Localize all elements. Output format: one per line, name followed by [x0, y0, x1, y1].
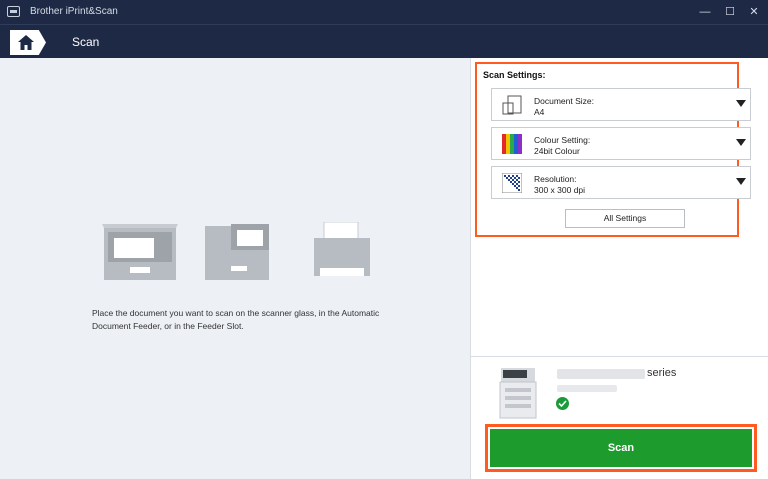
title-bar: Brother iPrint&Scan — ☐ ✕ [0, 0, 768, 24]
settings-panel: Scan Settings: Document Size: A4 Colour … [470, 58, 768, 479]
check-circle-icon [556, 397, 569, 410]
close-button[interactable]: ✕ [743, 4, 765, 20]
adf-scanner-icon [205, 224, 269, 280]
page-title: Scan [72, 35, 100, 49]
chevron-down-icon [736, 100, 746, 107]
scan-instruction-text: Place the document you want to scan on t… [92, 308, 380, 331]
maximize-button[interactable]: ☐ [719, 4, 741, 20]
nav-bar: Scan [0, 24, 768, 58]
home-icon [18, 35, 34, 50]
resolution-grid-icon [502, 173, 522, 193]
colour-setting-value: 24bit Colour [534, 146, 580, 156]
window-title: Brother iPrint&Scan [30, 6, 118, 17]
document-size-icon [502, 95, 522, 115]
resolution-dropdown[interactable]: Resolution: 300 x 300 dpi [491, 166, 751, 199]
flatbed-scanner-icon [102, 224, 178, 280]
resolution-value: 300 x 300 dpi [534, 185, 586, 195]
printer-device-image [499, 368, 537, 419]
scan-settings-box: Scan Settings: Document Size: A4 Colour … [475, 62, 751, 237]
chevron-down-icon [736, 178, 746, 185]
divider [471, 356, 768, 357]
document-size-value: A4 [534, 107, 545, 117]
all-settings-button[interactable]: All Settings [565, 209, 685, 228]
document-size-label: Document Size: [534, 96, 594, 106]
model-name-redacted [557, 369, 645, 379]
colour-setting-label: Colour Setting: [534, 135, 591, 145]
app-scanner-icon [7, 6, 20, 17]
scan-settings-heading: Scan Settings: [483, 70, 546, 80]
chevron-down-icon [736, 139, 746, 146]
minimize-button[interactable]: — [694, 4, 716, 20]
model-series-label: series [647, 367, 677, 379]
scan-button-highlight: Scan [485, 424, 757, 472]
device-detail-redacted [557, 385, 617, 392]
scan-button[interactable]: Scan [490, 429, 752, 467]
colour-setting-dropdown[interactable]: Colour Setting: 24bit Colour [491, 127, 751, 160]
resolution-label: Resolution: [534, 174, 577, 184]
document-size-dropdown[interactable]: Document Size: A4 [491, 88, 751, 121]
home-button[interactable] [10, 30, 46, 55]
scan-source-panel: Place the document you want to scan on t… [0, 58, 470, 479]
feeder-slot-icon [314, 222, 370, 276]
colour-bars-icon [502, 134, 522, 154]
